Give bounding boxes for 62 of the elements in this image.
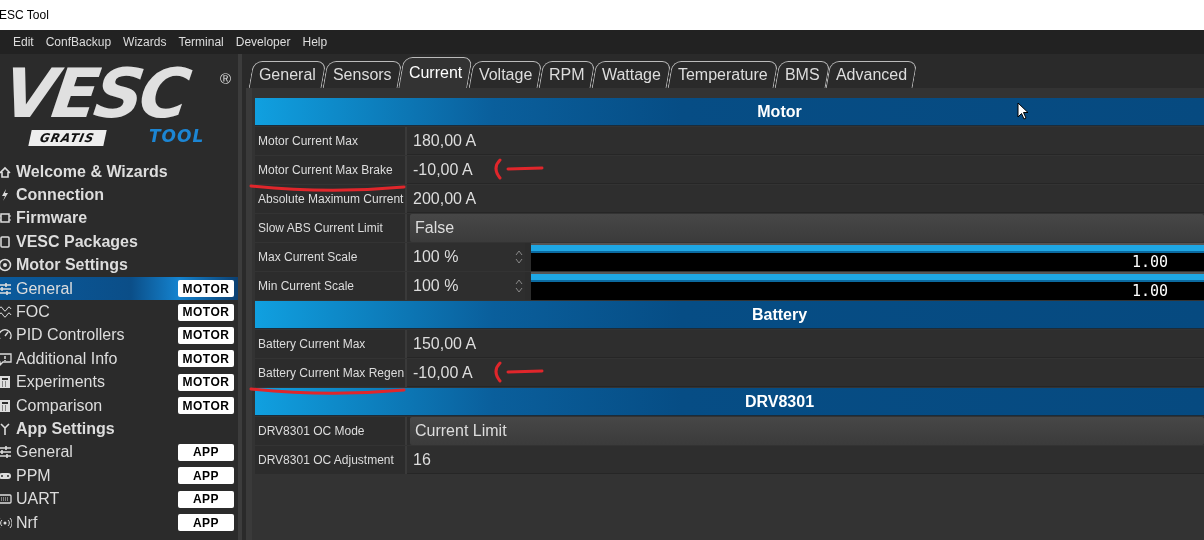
sidebar-section[interactable]: Firmware [0,206,238,231]
section-header: Motor [255,98,1204,126]
logo-badge: GRATIS [28,130,107,146]
window-title: ESC Tool [0,8,49,22]
menu-item[interactable]: Help [296,35,334,49]
sidebar-section[interactable]: Welcome & Wizards [0,160,238,184]
sidebar-item[interactable]: Additional Info MOTOR [0,347,238,371]
sidebar-item[interactable]: General MOTOR [0,276,238,301]
keyboard-icon [0,492,12,507]
tab[interactable]: General [248,61,327,88]
wireless-icon [0,515,12,530]
category-badge: MOTOR [178,350,234,368]
sidebar-item[interactable]: FOC MOTOR [0,300,238,324]
category-badge: MOTOR [178,397,234,415]
menu-item[interactable]: ConfBackup [39,35,118,49]
sidebar-item[interactable]: Experiments MOTOR [0,370,238,394]
sliders-icon [0,281,12,296]
chip-icon [0,211,12,226]
category-badge: APP [178,467,234,485]
sidebar-item[interactable]: PID Controllers MOTOR [0,323,238,348]
sidebar-section[interactable]: Motor Settings [0,253,238,277]
category-badge: MOTOR [178,280,234,298]
category-badge: APP [178,490,234,508]
spin-arrows-icon[interactable] [515,277,523,295]
section-header: Battery [255,301,1204,329]
tab[interactable]: BMS [774,61,830,88]
spin-arrows-icon[interactable] [515,248,523,266]
tab[interactable]: Sensors [322,61,402,88]
message-icon [0,351,12,366]
logo-wordmark: VESC [0,64,191,124]
sidebar-section[interactable]: Connection [0,183,238,207]
sidebar-section[interactable]: VESC Packages [0,230,238,254]
sidebar-item[interactable]: General APP [0,440,238,465]
cursor-icon [1017,102,1029,120]
section-header: DRV8301 [255,388,1204,416]
sidebar-item[interactable]: Comparison MOTOR [0,393,238,418]
category-badge: MOTOR [178,326,234,344]
menu-item[interactable]: Wizards [117,35,173,49]
dropdown[interactable]: False [410,214,1204,242]
gear-icon [0,258,12,273]
scale-reading: 1.00 [1131,253,1169,271]
category-badge: MOTOR [178,303,234,321]
category-badge: MOTOR [178,373,234,391]
sidebar-item[interactable]: UART APP [0,487,238,511]
dropdown[interactable]: Current Limit [410,417,1204,445]
menu-item[interactable]: Terminal [172,35,230,49]
registered-mark: ® [220,70,232,87]
coil-icon [0,305,12,320]
category-badge: APP [178,514,234,532]
category-badge: APP [178,443,234,461]
sliders-icon [0,445,12,460]
logo-subtitle: TOOL [149,126,205,146]
home-icon [0,164,12,179]
sidebar-section[interactable]: App Settings [0,417,238,441]
scale-reading: 1.00 [1131,282,1169,300]
menu-item[interactable]: Edit [7,35,40,49]
branch-icon [0,422,12,436]
sidebar-item[interactable]: PPM APP [0,464,238,488]
tab[interactable]: Current [397,57,473,88]
package-icon [0,234,12,249]
sidebar-item[interactable]: Nrf APP [0,510,238,535]
menu-item[interactable]: Developer [229,35,297,49]
